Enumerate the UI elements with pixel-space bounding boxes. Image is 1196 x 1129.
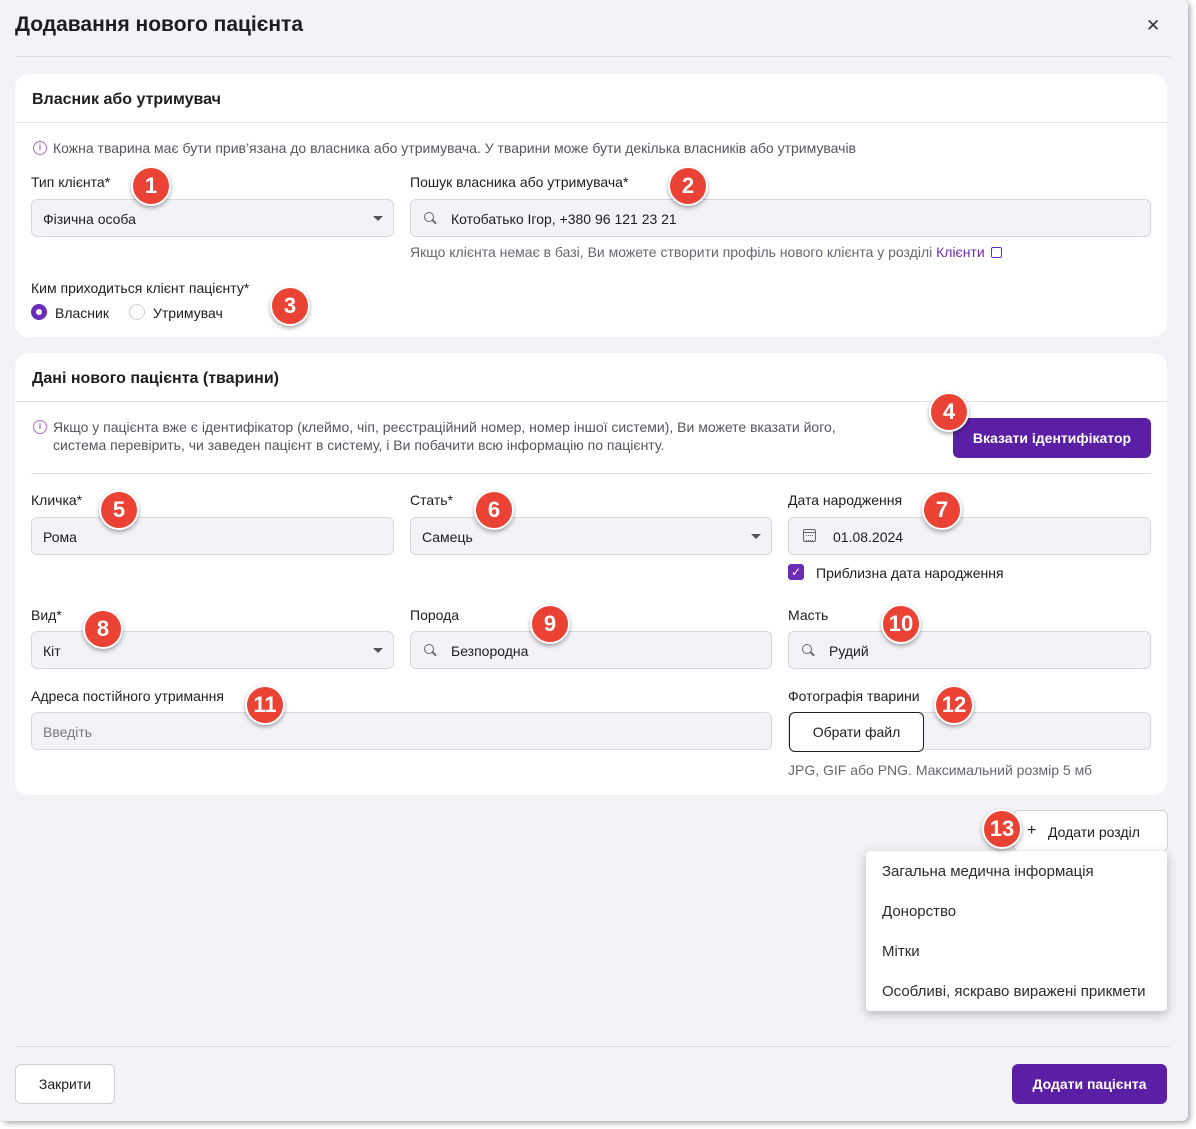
client-type-label: Тип клієнта*: [31, 174, 111, 190]
species-value: Кіт: [43, 643, 61, 659]
divider: [15, 122, 1167, 123]
birth-date-value: 01.08.2024: [833, 529, 904, 545]
divider: [15, 56, 1170, 57]
clients-link[interactable]: Клієнти: [936, 244, 985, 260]
add-patient-button[interactable]: Додати пацієнта: [1012, 1064, 1167, 1104]
menu-item-medical-info[interactable]: Загальна медична інформація: [882, 863, 1094, 880]
annotation-badge: 2: [668, 166, 708, 206]
client-type-select[interactable]: Фізична особа: [31, 199, 394, 237]
close-icon[interactable]: ✕: [1146, 16, 1160, 36]
annotation-badge: 5: [99, 490, 139, 530]
annotation-badge: 12: [934, 685, 974, 725]
choose-file-button[interactable]: Обрати файл: [789, 712, 924, 752]
annotation-badge: 1: [131, 166, 171, 206]
radio-owner-label[interactable]: Власник: [55, 305, 109, 321]
species-label: Вид*: [31, 607, 62, 623]
chevron-down-icon: [751, 534, 761, 539]
annotation-badge: 11: [245, 685, 285, 725]
close-button[interactable]: Закрити: [15, 1064, 115, 1104]
breed-value: Безпородна: [451, 643, 529, 659]
address-placeholder: Введіть: [43, 724, 93, 740]
photo-label: Фотографія тварини: [788, 688, 920, 704]
info-icon: i: [33, 141, 47, 155]
patient-info-line2: система перевірить, чи заведен пацієнт в…: [53, 437, 665, 453]
radio-owner[interactable]: [31, 304, 47, 320]
hint-text: Якщо клієнта немає в базі, Ви можете ств…: [410, 244, 933, 260]
info-icon: i: [33, 420, 47, 434]
calendar-icon: [803, 529, 816, 542]
annotation-badge: 8: [83, 609, 123, 649]
specify-identifier-button[interactable]: Вказати ідентифікатор: [953, 418, 1151, 458]
photo-hint: JPG, GIF або PNG. Максимальний розмір 5 …: [788, 762, 1093, 778]
menu-item-donorship[interactable]: Донорство: [882, 903, 956, 920]
color-search-input[interactable]: Рудий: [788, 631, 1151, 669]
owner-search-input[interactable]: Котобатько Ігор, +380 96 121 23 21: [410, 199, 1151, 237]
owner-search-label: Пошук власника або утримувача*: [410, 174, 629, 190]
address-label: Адреса постійного утримання: [31, 688, 224, 704]
menu-item-special-marks[interactable]: Особливі, яскраво виражені прикмети: [882, 983, 1146, 1000]
chevron-down-icon: [373, 648, 383, 653]
annotation-badge: 4: [929, 392, 969, 432]
owner-info-text: Кожна тварина має бути прив’язана до вла…: [53, 140, 856, 156]
photo-file-input[interactable]: Обрати файл: [788, 712, 1151, 752]
annotation-badge: 3: [270, 286, 310, 326]
search-icon: [424, 212, 434, 222]
annotation-badge: 7: [922, 490, 962, 530]
breed-search-input[interactable]: Безпородна: [410, 631, 772, 669]
patient-info-line1: Якщо у пацієнта вже є ідентифікатор (кле…: [53, 419, 836, 435]
radio-keeper[interactable]: [129, 304, 145, 320]
owner-section-title: Власник або утримувач: [32, 91, 221, 108]
color-label: Масть: [788, 607, 829, 623]
add-patient-dialog: Додавання нового пацієнта ✕ Власник або …: [0, 0, 1188, 1121]
divider: [15, 1046, 1170, 1047]
approx-date-label[interactable]: Приблизна дата народження: [816, 565, 1004, 581]
color-value: Рудий: [829, 643, 869, 659]
address-input[interactable]: Введіть: [31, 712, 772, 750]
chevron-down-icon: [373, 216, 383, 221]
annotation-badge: 9: [530, 604, 570, 644]
add-section-menu: Загальна медична інформація Донорство Мі…: [866, 851, 1167, 1011]
radio-keeper-label[interactable]: Утримувач: [153, 305, 223, 321]
annotation-badge: 6: [474, 490, 514, 530]
name-label: Кличка*: [31, 492, 83, 508]
create-client-hint: Якщо клієнта немає в базі, Ви можете ств…: [410, 244, 1002, 260]
patient-card: Дані нового пацієнта (тварини) i Якщо у …: [15, 353, 1167, 795]
owner-search-value: Котобатько Ігор, +380 96 121 23 21: [451, 211, 677, 227]
name-input[interactable]: Рома: [31, 517, 394, 555]
search-icon: [424, 644, 434, 654]
relation-label: Ким приходиться клієнт пацієнту*: [31, 280, 250, 296]
annotation-badge: 13: [982, 809, 1022, 849]
divider: [15, 401, 1167, 402]
name-value: Рома: [43, 529, 77, 545]
plus-icon: +: [1027, 822, 1037, 839]
birth-date-label: Дата народження: [788, 492, 903, 508]
sex-select[interactable]: Самець: [410, 517, 772, 555]
add-section-button[interactable]: + Додати розділ: [1013, 810, 1168, 852]
external-link-icon[interactable]: [990, 247, 1002, 258]
breed-label: Порода: [410, 607, 460, 623]
birth-date-input[interactable]: 01.08.2024: [788, 517, 1151, 555]
patient-section-title: Дані нового пацієнта (тварини): [32, 370, 280, 387]
add-section-label: Додати розділ: [1048, 824, 1140, 840]
client-type-value: Фізична особа: [43, 211, 136, 227]
sex-label: Стать*: [410, 492, 453, 508]
search-icon: [802, 644, 812, 654]
dialog-title: Додавання нового пацієнта: [15, 13, 304, 36]
annotation-badge: 10: [881, 604, 921, 644]
menu-item-tags[interactable]: Мітки: [882, 943, 920, 960]
approx-date-checkbox[interactable]: ✓: [788, 564, 804, 580]
divider: [31, 473, 1151, 474]
sex-value: Самець: [422, 529, 473, 545]
owner-card: Власник або утримувач i Кожна тварина ма…: [15, 74, 1167, 337]
